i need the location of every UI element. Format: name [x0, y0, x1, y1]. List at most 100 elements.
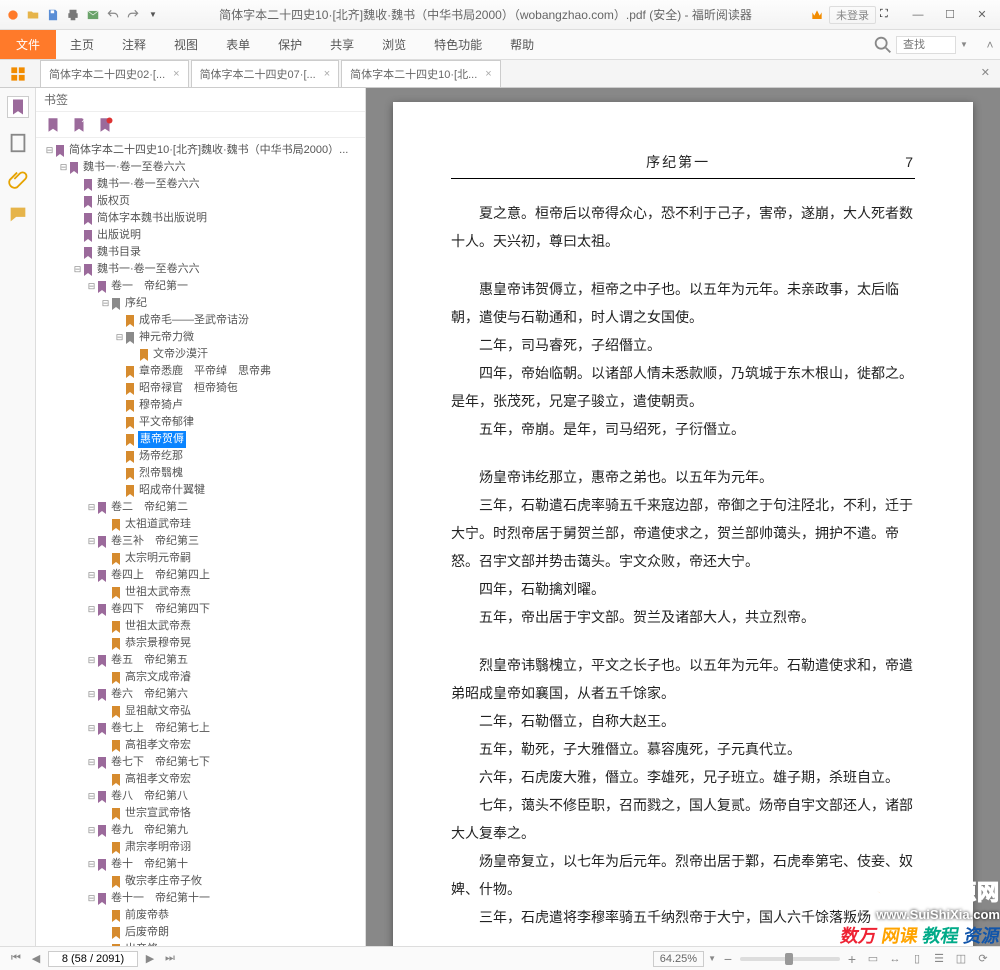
tree-toggle-icon[interactable] [100, 737, 111, 754]
tree-toggle-icon[interactable] [100, 703, 111, 720]
tab-close-icon[interactable]: × [485, 68, 491, 80]
search-icon[interactable] [872, 34, 894, 56]
fit-width-icon[interactable]: ↔ [886, 950, 904, 968]
tree-toggle-icon[interactable]: ⊟ [86, 601, 97, 618]
menu-home[interactable]: 主页 [56, 30, 108, 59]
ribbon-collapse-icon[interactable]: ˄ [980, 38, 1000, 52]
pages-nav-icon[interactable] [7, 132, 29, 154]
tree-toggle-icon[interactable]: ⊟ [86, 567, 97, 584]
bookmark-item[interactable]: 穆帝猗卢 [40, 397, 363, 414]
bookmark-item[interactable]: ⊟卷二 帝纪第二 [40, 499, 363, 516]
bookmark-item[interactable]: 太宗明元帝嗣 [40, 550, 363, 567]
bookmark-item[interactable]: 文帝沙漠汗 [40, 346, 363, 363]
bookmark-item[interactable]: ⊟卷七上 帝纪第七上 [40, 720, 363, 737]
tree-toggle-icon[interactable] [72, 244, 83, 261]
bookmark-item[interactable]: 昭帝禄官 桓帝猗㐌 [40, 380, 363, 397]
tree-toggle-icon[interactable]: ⊟ [100, 295, 111, 312]
close-button[interactable]: ✕ [968, 5, 996, 25]
bookmark-item[interactable]: ⊟卷七下 帝纪第七下 [40, 754, 363, 771]
bookmark-item[interactable]: 恭宗景穆帝晃 [40, 635, 363, 652]
tree-toggle-icon[interactable] [100, 550, 111, 567]
tree-toggle-icon[interactable] [100, 907, 111, 924]
bookmark-item[interactable]: ⊟卷四上 帝纪第四上 [40, 567, 363, 584]
comments-nav-icon[interactable] [7, 204, 29, 226]
tree-toggle-icon[interactable] [100, 516, 111, 533]
tree-toggle-icon[interactable] [100, 839, 111, 856]
tree-toggle-icon[interactable] [72, 227, 83, 244]
tree-toggle-icon[interactable] [72, 210, 83, 227]
doc-tab[interactable]: 简体字本二十四史02·[...× [40, 60, 189, 87]
rotate-icon[interactable]: ⟳ [974, 950, 992, 968]
tree-toggle-icon[interactable] [114, 465, 125, 482]
bookmark-item[interactable]: ⊟魏书一·卷一至卷六六 [40, 261, 363, 278]
start-tab-icon[interactable] [8, 64, 28, 84]
bookmark-item[interactable]: ⊟卷五 帝纪第五 [40, 652, 363, 669]
tree-toggle-icon[interactable]: ⊟ [86, 720, 97, 737]
bookmark-item[interactable]: ⊟简体字本二十四史10·[北齐]魏收·魏书（中华书局2000）... [40, 142, 363, 159]
bookmark-item[interactable]: ⊟卷九 帝纪第九 [40, 822, 363, 839]
tree-toggle-icon[interactable] [100, 805, 111, 822]
bookmark-item[interactable]: 世祖太武帝焘 [40, 584, 363, 601]
bookmark-item[interactable]: 前废帝恭 [40, 907, 363, 924]
bookmark-item[interactable]: ⊟卷十一 帝纪第十一 [40, 890, 363, 907]
bookmark-item[interactable]: 敬宗孝庄帝子攸 [40, 873, 363, 890]
bookmark-item[interactable]: ⊟神元帝力微 [40, 329, 363, 346]
tree-toggle-icon[interactable] [100, 669, 111, 686]
email-icon[interactable] [84, 6, 102, 24]
zoom-level[interactable]: 64.25% [653, 951, 704, 967]
bookmark-item[interactable]: 高祖孝文帝宏 [40, 771, 363, 788]
bookmark-item[interactable]: ⊟序纪 [40, 295, 363, 312]
tree-toggle-icon[interactable]: ⊟ [86, 890, 97, 907]
bookmark-item[interactable]: 显祖献文帝弘 [40, 703, 363, 720]
first-page-icon[interactable]: ⏮ [8, 952, 24, 965]
redo-icon[interactable] [124, 6, 142, 24]
facing-icon[interactable]: ◫ [952, 950, 970, 968]
tree-toggle-icon[interactable]: ⊟ [86, 499, 97, 516]
tree-toggle-icon[interactable]: ⊟ [72, 261, 83, 278]
bookmark-tree[interactable]: ⊟简体字本二十四史10·[北齐]魏收·魏书（中华书局2000）... ⊟魏书一·卷… [36, 138, 365, 946]
tree-toggle-icon[interactable] [114, 363, 125, 380]
tree-toggle-icon[interactable] [72, 193, 83, 210]
print-icon[interactable] [64, 6, 82, 24]
tree-toggle-icon[interactable] [114, 448, 125, 465]
last-page-icon[interactable]: ⏭ [162, 952, 178, 965]
tree-toggle-icon[interactable] [114, 431, 125, 448]
bookmark-item[interactable]: 世宗宣武帝恪 [40, 805, 363, 822]
bookmark-item[interactable]: 魏书目录 [40, 244, 363, 261]
tree-toggle-icon[interactable]: ⊟ [86, 278, 97, 295]
menu-view[interactable]: 视图 [160, 30, 212, 59]
search-dropdown-icon[interactable]: ▼ [956, 34, 972, 56]
search-input[interactable] [896, 36, 956, 54]
bookmarks-nav-icon[interactable] [7, 96, 29, 118]
zoom-dropdown-icon[interactable]: ▼ [708, 954, 716, 963]
bookmark-item[interactable]: 昭成帝什翼犍 [40, 482, 363, 499]
save-icon[interactable] [44, 6, 62, 24]
menu-browse[interactable]: 浏览 [368, 30, 420, 59]
bookmark-item[interactable]: 太祖道武帝珪 [40, 516, 363, 533]
menu-extras[interactable]: 特色功能 [420, 30, 496, 59]
tab-close-all-icon[interactable]: ✕ [981, 66, 990, 79]
tree-toggle-icon[interactable] [100, 635, 111, 652]
menu-help[interactable]: 帮助 [496, 30, 548, 59]
single-page-icon[interactable]: ▯ [908, 950, 926, 968]
bookmark-item[interactable]: 烈帝翳槐 [40, 465, 363, 482]
fit-page-icon[interactable]: ▭ [864, 950, 882, 968]
tree-toggle-icon[interactable]: ⊟ [86, 788, 97, 805]
open-icon[interactable] [24, 6, 42, 24]
tab-close-icon[interactable]: × [173, 68, 179, 80]
bookmark-item[interactable]: 肃宗孝明帝诩 [40, 839, 363, 856]
bookmark-item[interactable]: 出版说明 [40, 227, 363, 244]
tree-toggle-icon[interactable] [114, 482, 125, 499]
tree-toggle-icon[interactable] [128, 346, 139, 363]
login-button[interactable]: 未登录 [829, 6, 876, 24]
bookmark-item[interactable]: 章帝悉鹿 平帝绰 思帝弗 [40, 363, 363, 380]
bookmark-item[interactable]: 高宗文成帝濬 [40, 669, 363, 686]
document-view[interactable]: 序纪第一 7 夏之意。桓帝后以帝得众心，恐不利于己子，害帝，遂崩，大人死者数十人… [366, 88, 1000, 946]
page-input[interactable] [48, 951, 138, 967]
tree-toggle-icon[interactable] [114, 414, 125, 431]
bookmark-item[interactable]: 高祖孝文帝宏 [40, 737, 363, 754]
tree-toggle-icon[interactable]: ⊟ [86, 652, 97, 669]
bookmark-item[interactable]: 炀帝纥那 [40, 448, 363, 465]
tree-toggle-icon[interactable] [100, 771, 111, 788]
file-tab[interactable]: 文件 [0, 30, 56, 59]
